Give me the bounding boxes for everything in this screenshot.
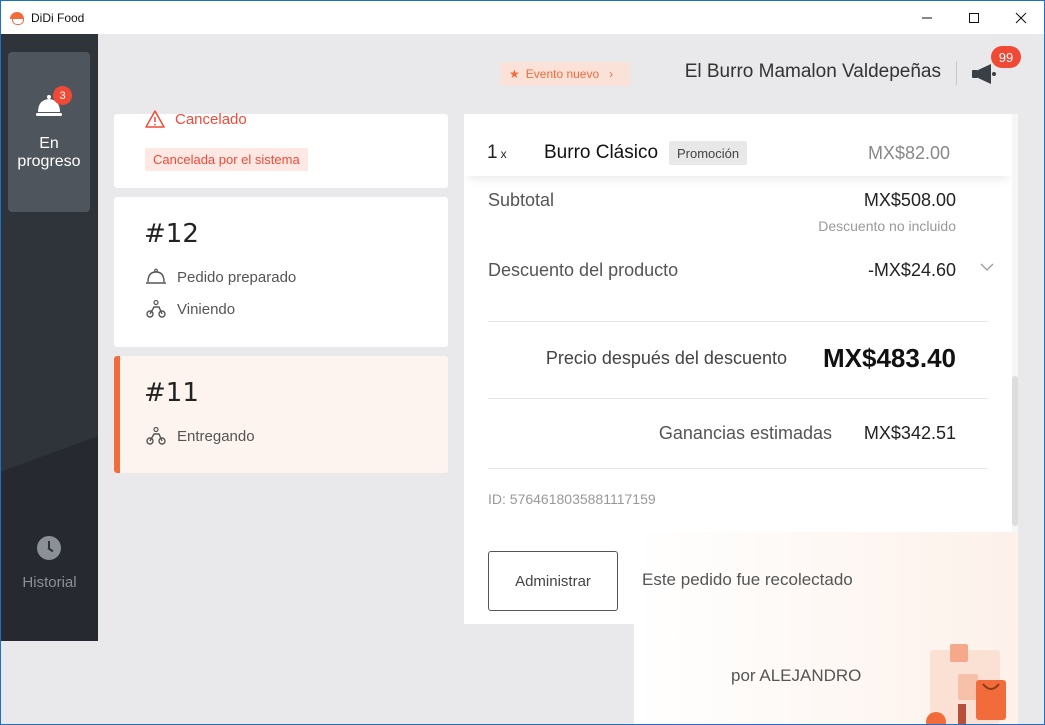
- scrollbar-thumb[interactable]: [1012, 376, 1018, 526]
- header-divider: [956, 61, 957, 85]
- status-label: Cancelado: [175, 110, 247, 128]
- order-step: Pedido preparado: [145, 267, 296, 287]
- clock-icon: [37, 536, 61, 560]
- order-status: Cancelado: [145, 110, 247, 128]
- window-controls: [903, 1, 1044, 34]
- collected-text: Este pedido fue recolectado: [642, 570, 853, 589]
- new-event-button[interactable]: ★ Evento nuevo ›: [500, 62, 630, 86]
- event-label: Evento nuevo: [525, 67, 600, 81]
- close-icon: [1015, 12, 1026, 23]
- window-title: DiDi Food: [31, 10, 85, 25]
- promo-tag: Promoción: [669, 141, 748, 165]
- title-bar: DiDi Food: [1, 1, 1044, 34]
- cancel-reason-tag: Cancelada por el sistema: [145, 148, 308, 171]
- chevron-right-icon: ›: [609, 67, 614, 81]
- item-quantity: 1x: [487, 142, 507, 163]
- discount-value: -MX$24.60: [867, 260, 956, 280]
- store-name: El Burro Mamalon Valdepeñas: [684, 61, 941, 82]
- divider: [488, 398, 988, 399]
- notifications-badge: 99: [991, 46, 1021, 68]
- chevron-down-icon[interactable]: [980, 260, 994, 274]
- didi-food-logo-icon: [9, 9, 25, 26]
- header: ★ Evento nuevo › El Burro Mamalon Valdep…: [98, 34, 1044, 114]
- final-price-label: Precio después del descuento: [545, 348, 787, 368]
- delivery-bag-illustration: [926, 644, 1006, 724]
- order-step: Entregando: [145, 426, 255, 446]
- administrar-button[interactable]: Administrar: [488, 551, 618, 611]
- maximize-button[interactable]: [950, 1, 997, 34]
- warning-icon: [145, 110, 165, 128]
- sidebar-item-label: Historial: [22, 574, 77, 591]
- order-card-cancelled[interactable]: Cancelado Cancelada por el sistema: [114, 110, 448, 188]
- minimize-button[interactable]: [903, 1, 950, 34]
- order-card-12[interactable]: #12 Pedido preparado Viniendo: [114, 197, 448, 347]
- sidebar-badge: 3: [53, 86, 72, 105]
- subtotal-label: Subtotal: [488, 190, 555, 210]
- final-price-value: MX$483.40: [823, 343, 956, 373]
- subtotal-note: Descuento no incluido: [818, 218, 956, 234]
- sidebar: 3 En progreso Historial: [1, 34, 98, 641]
- step-label: Pedido preparado: [177, 268, 297, 286]
- order-item-row: 1x Burro Clásico Promoción MX$82.00: [464, 114, 1012, 176]
- order-id: ID: 5764618035881117159: [488, 491, 656, 507]
- order-card-11[interactable]: #11 Entregando: [114, 356, 448, 473]
- delivery-rider-icon: [146, 299, 166, 318]
- selected-indicator: [114, 356, 120, 473]
- courier-name-text: por ALEJANDRO: [731, 666, 862, 685]
- earnings-label: Ganancias estimadas: [658, 423, 832, 443]
- delivery-rider-icon: [146, 426, 166, 445]
- cloche-icon: [146, 268, 166, 284]
- divider: [488, 468, 988, 469]
- order-number: #12: [144, 219, 199, 249]
- megaphone-icon[interactable]: [971, 63, 999, 85]
- action-bar: Administrar Este pedido fue recolectado: [464, 532, 1018, 624]
- close-button[interactable]: [997, 1, 1044, 34]
- minimize-icon: [921, 17, 932, 18]
- order-detail-panel: 1x Burro Clásico Promoción MX$82.00 Subt…: [464, 114, 1018, 532]
- subtotal-value: MX$508.00: [863, 190, 956, 210]
- order-number: #11: [144, 378, 199, 408]
- app-window: DiDi Food 3 En progreso Historial ★ Even…: [0, 0, 1045, 725]
- discount-label: Descuento del producto: [488, 260, 679, 280]
- earnings-value: MX$342.51: [863, 423, 956, 443]
- step-label: Viniendo: [177, 300, 236, 318]
- star-icon: ★: [509, 67, 520, 81]
- scrollbar[interactable]: [1012, 114, 1018, 532]
- sidebar-item-label: En progreso: [17, 135, 81, 170]
- sidebar-item-en-progreso[interactable]: 3 En progreso: [8, 52, 90, 212]
- pickup-info-panel: por ALEJANDRO: [634, 624, 1018, 724]
- footer-area: [1, 641, 634, 724]
- item-price: MX$82.00: [867, 143, 950, 163]
- order-step: Viniendo: [145, 299, 235, 319]
- step-label: Entregando: [177, 427, 255, 445]
- maximize-icon: [968, 12, 979, 23]
- divider: [488, 321, 988, 322]
- item-name: Burro Clásico: [544, 142, 659, 163]
